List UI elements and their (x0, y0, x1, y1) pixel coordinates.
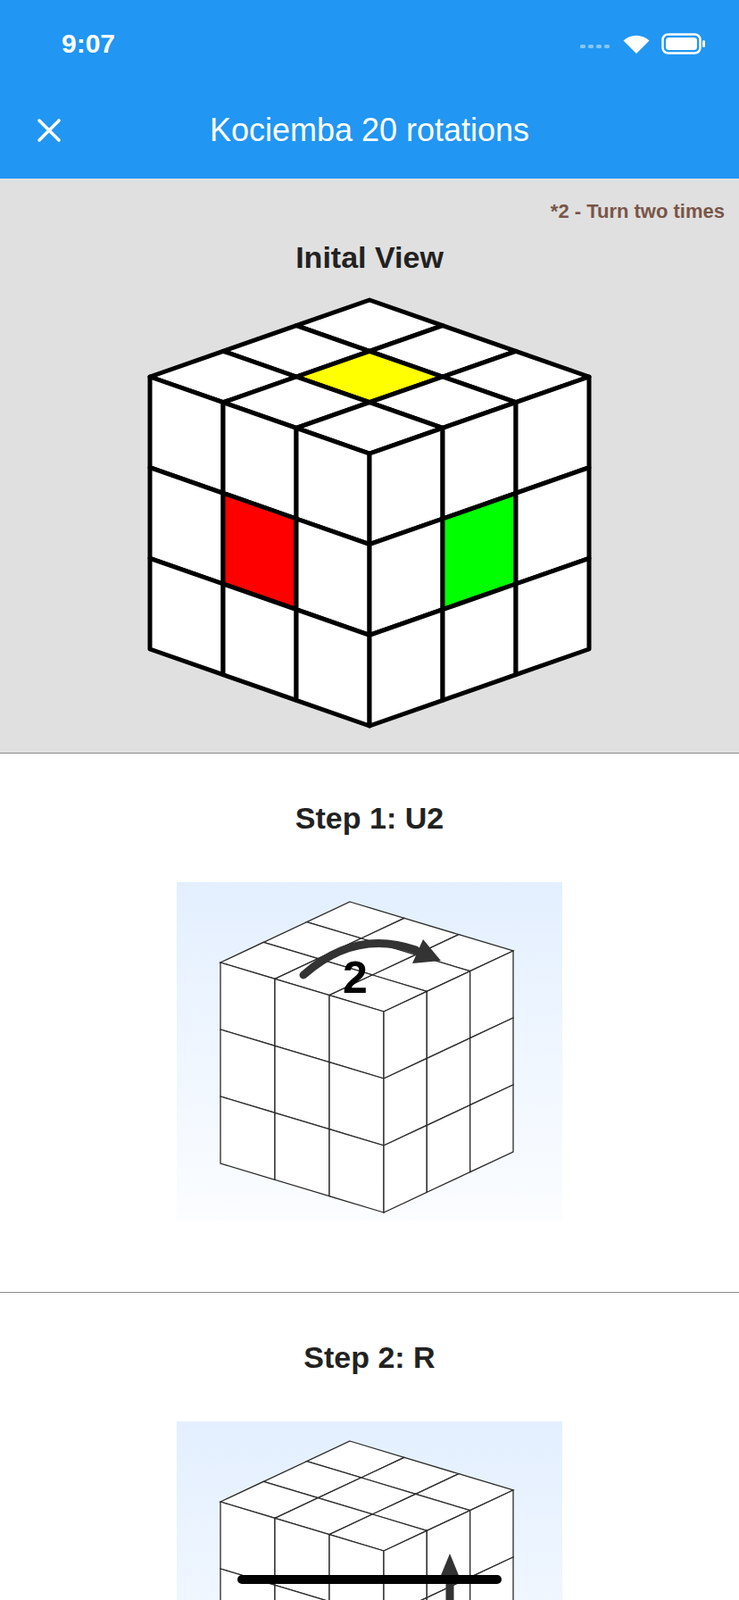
initial-view: *2 - Turn two times Inital View (0, 178, 739, 754)
note: *2 - Turn two times (550, 199, 725, 224)
cube-sticker (442, 583, 516, 700)
cube-sticker (223, 583, 297, 700)
step-cube-icon: 2 (176, 881, 563, 1221)
cube-sticker (220, 1096, 275, 1180)
turn-count: 2 (342, 952, 368, 1003)
cube-sticker (329, 1129, 384, 1213)
home-indicator[interactable] (237, 1574, 502, 1584)
cube-sticker (220, 1568, 275, 1600)
step: Step 1: U2 2 (0, 753, 739, 1293)
initial-view-title: Inital View (295, 239, 444, 275)
cube-sticker (369, 609, 443, 726)
status-time: 9:07 (61, 28, 116, 59)
cube-sticker (296, 609, 370, 726)
close-icon (35, 116, 63, 144)
cube-sticker (383, 1596, 427, 1600)
cube-sticker (470, 1084, 514, 1172)
step-image (176, 1420, 563, 1600)
cube-sticker (515, 557, 590, 674)
signal-icon (579, 38, 612, 50)
status-icons (579, 33, 706, 55)
cube-sticker (149, 557, 224, 674)
cube-sticker (426, 1104, 470, 1193)
step: Step 2: R (0, 1292, 739, 1600)
step-cube-icon (176, 1420, 563, 1600)
battery-icon (661, 33, 706, 55)
cube-icon (142, 292, 597, 733)
cube-sticker (274, 1112, 330, 1196)
screen: 9:07 Kociemba 20 rotations *2 - Turn two t… (0, 0, 739, 1600)
app-title: Kociemba 20 rotations (89, 111, 650, 150)
turn-arrow-icon: 2 (303, 938, 441, 1003)
step-title: Step 1: U2 (295, 799, 444, 836)
header: 9:07 Kociemba 20 rotations (0, 0, 739, 179)
cube-sticker (329, 1534, 384, 1600)
close-button[interactable] (0, 116, 90, 144)
cube-sticker (274, 1584, 330, 1600)
status-bar: 9:07 (0, 0, 739, 83)
cube-sticker (383, 1529, 427, 1600)
step-image: 2 (176, 881, 563, 1221)
wifi-icon (622, 33, 651, 55)
app-bar: Kociemba 20 rotations (0, 82, 739, 179)
step-title: Step 2: R (303, 1338, 435, 1375)
cube-sticker (383, 1124, 427, 1213)
